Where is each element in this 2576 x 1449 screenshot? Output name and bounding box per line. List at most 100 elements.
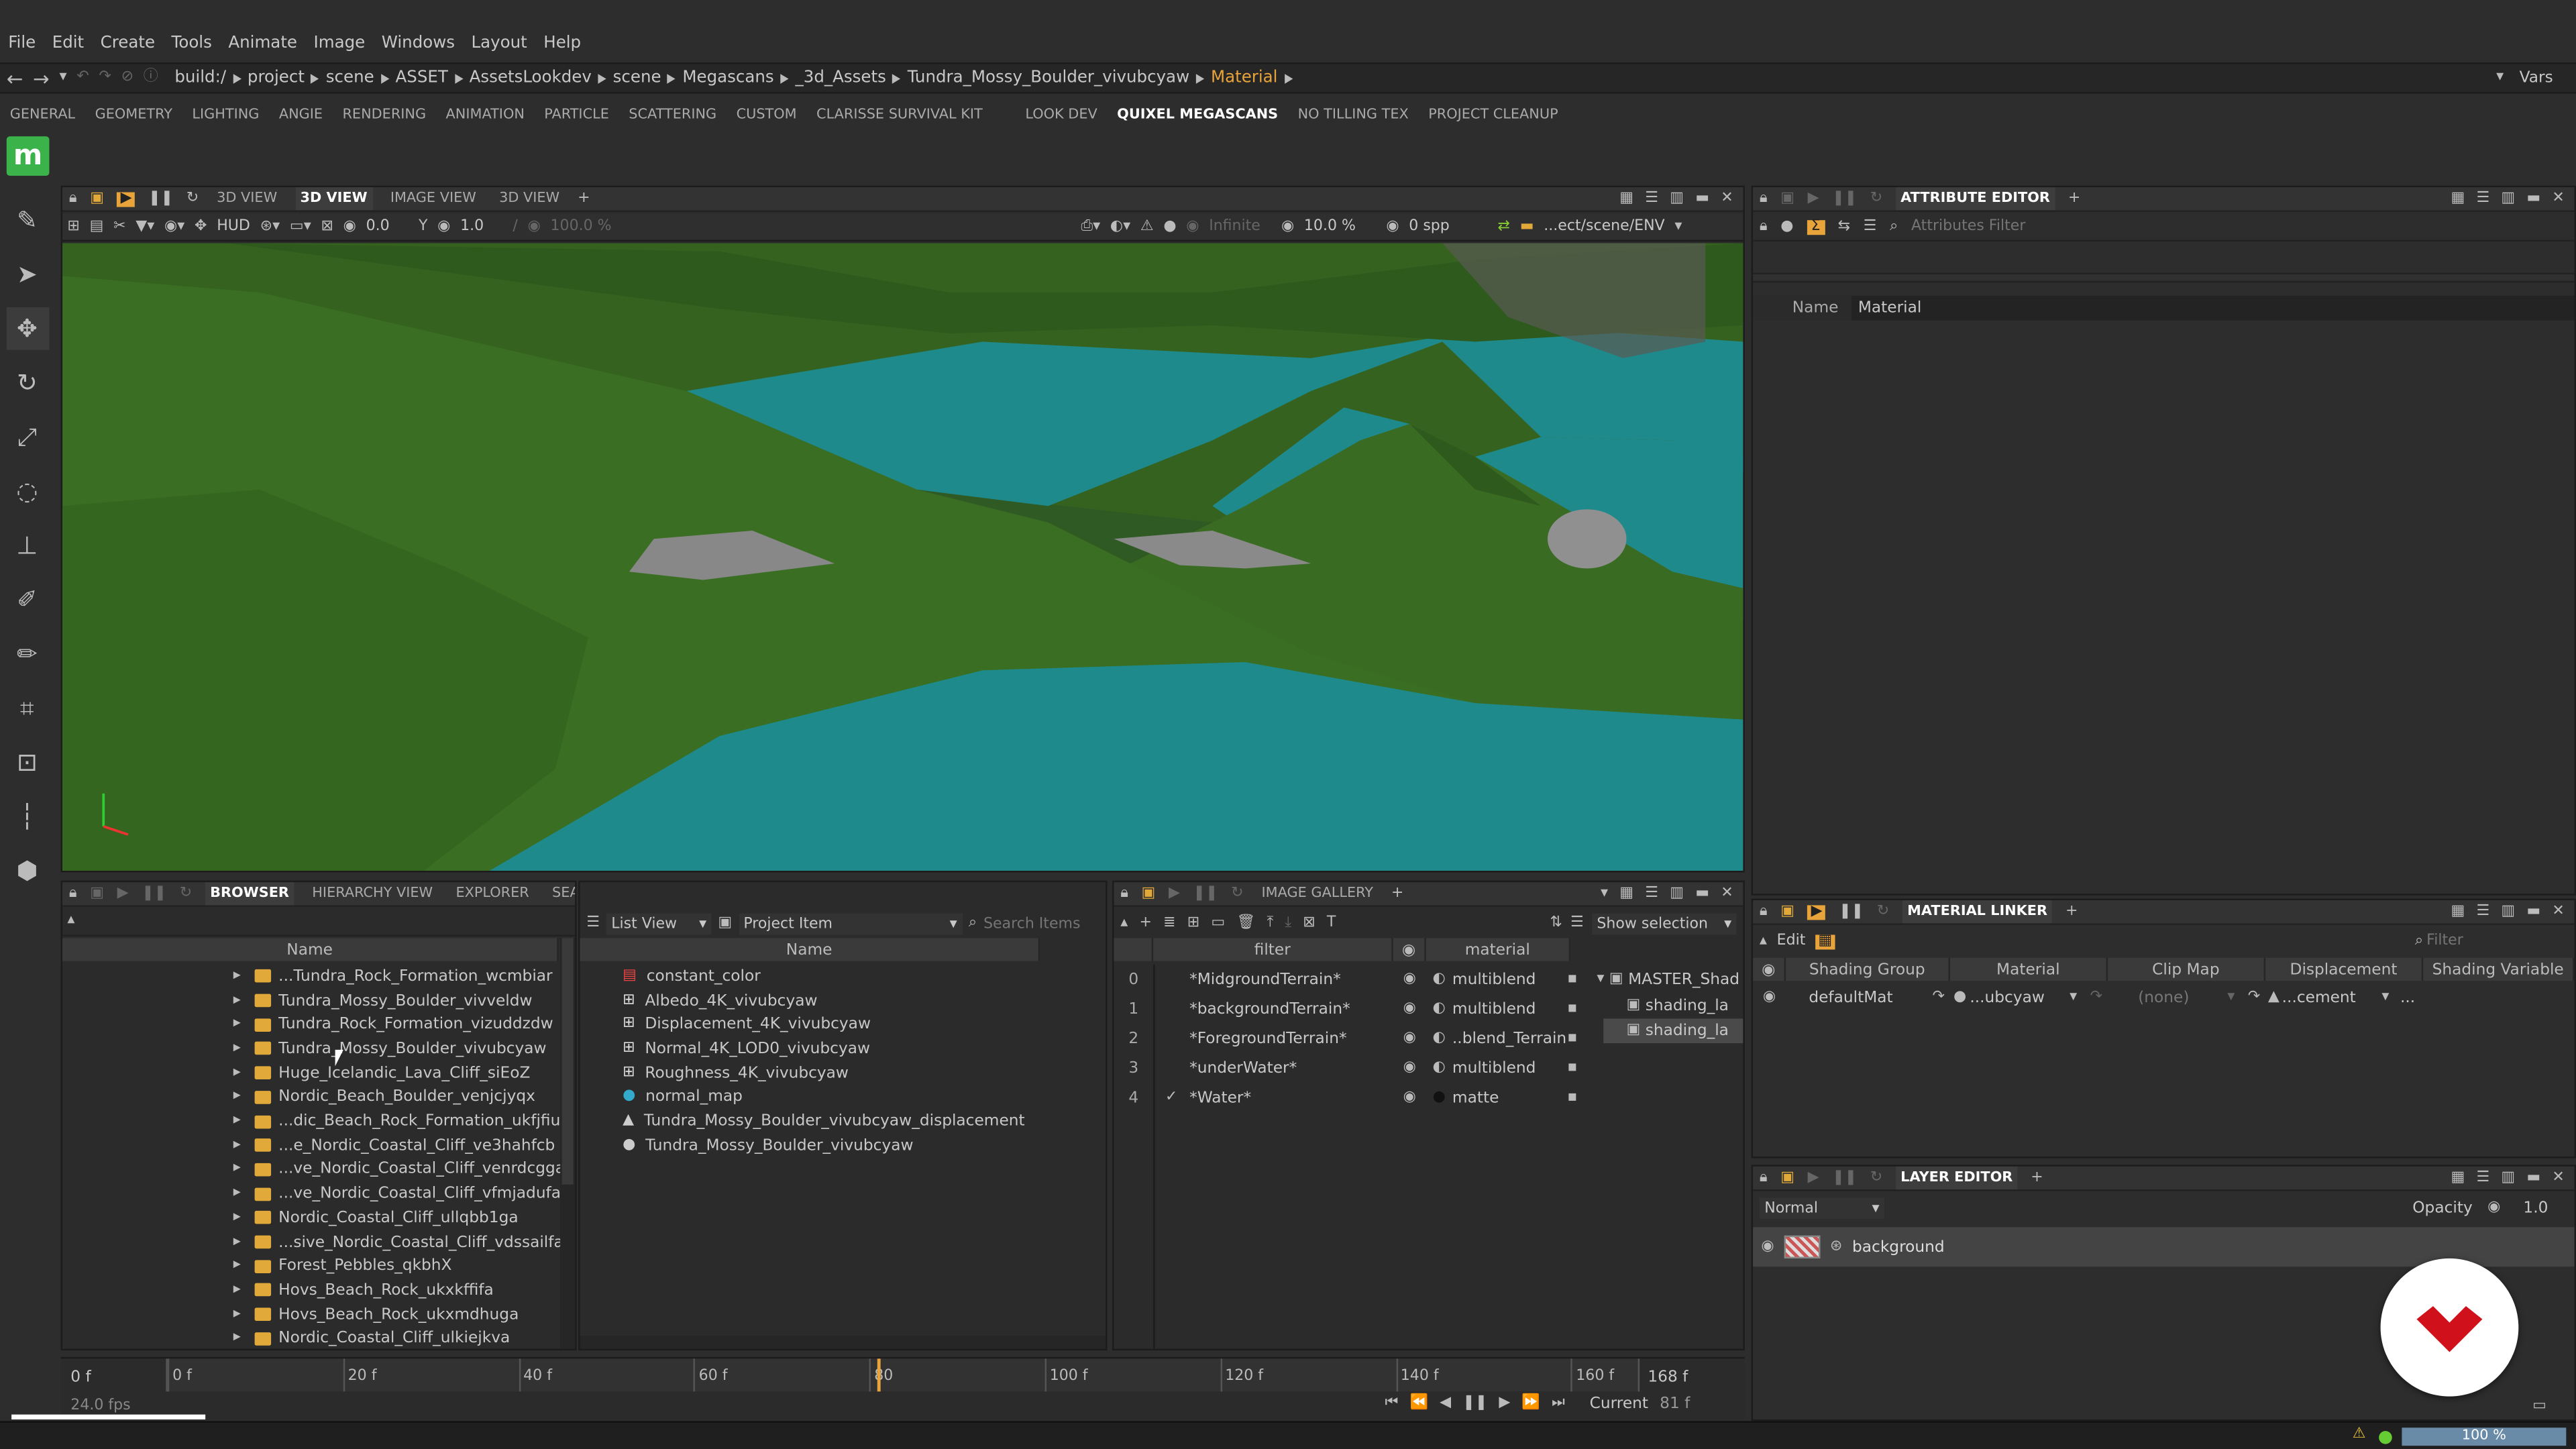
shelf-tab-no-tilling-tex[interactable]: NO TILLING TEX <box>1298 103 1409 126</box>
spp-eye-icon[interactable]: ◉ <box>1386 219 1399 234</box>
material-cell[interactable]: ...ubcyaw <box>1970 989 2061 1007</box>
table-row[interactable]: 4 ✓ *Water* ◉ ● matte ▪ <box>1114 1083 1590 1112</box>
expand-arrow-icon[interactable]: ▸ <box>233 1330 241 1346</box>
camera-icon[interactable]: ⎙▾ <box>1081 219 1100 234</box>
filter-cell[interactable]: *Water* <box>1189 1088 1393 1106</box>
render-region-icon[interactable]: ⇄ <box>1498 219 1510 234</box>
list-icon[interactable]: ☰ <box>586 916 600 932</box>
menu-layout[interactable]: Layout <box>463 34 535 52</box>
history-dropdown-icon[interactable]: ▾ <box>59 70 66 85</box>
text-icon[interactable]: T <box>1327 916 1336 932</box>
column-header-clip-map[interactable]: Clip Map <box>2108 957 2266 981</box>
shelf-tab-general[interactable]: GENERAL <box>10 103 76 126</box>
tree-item-master[interactable]: ▾ ▣ MASTER_Shad <box>1597 967 1743 991</box>
exposure-field[interactable]: 0.0 <box>366 219 409 235</box>
list-item[interactable]: ● normal_map <box>580 1085 1106 1110</box>
infinite-field[interactable]: Infinite <box>1209 219 1271 235</box>
arrow-icon[interactable]: ▴ <box>1760 933 1767 949</box>
filter-cell[interactable]: *underWater* <box>1189 1059 1393 1077</box>
list-item[interactable]: ▸ Forest_Pebbles_qkbhX <box>62 1254 559 1279</box>
spp-field[interactable]: 0 spp <box>1409 219 1488 235</box>
link-arrow-icon[interactable]: ↷ <box>2085 989 2108 1005</box>
node-link-icon[interactable]: ▪ <box>1567 1089 1577 1105</box>
list-item[interactable]: ● Tundra_Mossy_Boulder_vivubcyaw <box>580 1134 1106 1158</box>
tab-3d-view[interactable]: 3D VIEW <box>212 187 282 210</box>
eye-icon[interactable]: ◉▾ <box>164 219 184 234</box>
show-selection-dropdown[interactable]: Show selection ▾ <box>1592 913 1737 935</box>
breadcrumb-item[interactable]: Tundra_Mossy_Boulder_vivubcyaw <box>908 69 1189 87</box>
arrow-icon[interactable]: ▴ <box>1120 916 1128 932</box>
tab-browser[interactable]: BROWSER <box>205 882 294 906</box>
shelf-tab-rendering[interactable]: RENDERING <box>342 103 426 126</box>
expand-arrow-icon[interactable]: ▸ <box>233 1040 241 1057</box>
sampling-field[interactable]: 10.0 % <box>1304 219 1377 235</box>
tab-explorer[interactable]: EXPLORER <box>451 882 534 905</box>
scatter-tool-icon[interactable]: ⬢ <box>6 849 49 892</box>
tree-item-shading-layer[interactable]: ▣ shading_la <box>1627 994 1743 1018</box>
expand-arrow-icon[interactable]: ▸ <box>233 1113 241 1128</box>
prev-key-icon[interactable]: ⏪ <box>1410 1395 1428 1411</box>
menu-image[interactable]: Image <box>305 34 373 52</box>
chevron-down-icon[interactable]: ▾ <box>1601 885 1608 901</box>
list-icon[interactable]: ☰ <box>1864 219 1877 234</box>
brush-tool-icon[interactable]: ✏ <box>6 633 49 676</box>
gamma-icon[interactable]: Y <box>419 219 427 234</box>
viewport-canvas[interactable] <box>62 243 1743 871</box>
warning-icon[interactable]: ⚠ <box>2353 1427 2366 1442</box>
refresh-icon[interactable]: ↻ <box>186 191 199 206</box>
expand-arrow-icon[interactable]: ▸ <box>233 1065 241 1081</box>
play-icon[interactable]: ▶ <box>1169 885 1180 901</box>
splitter-handle[interactable] <box>1753 272 2575 283</box>
filter-icon[interactable]: ▼▾ <box>136 219 154 234</box>
tab-image-gallery[interactable]: IMAGE GALLERY <box>1256 882 1378 905</box>
layout-columns-icon[interactable]: ▥ <box>2501 1170 2515 1185</box>
eyedropper-tool-icon[interactable]: ✎ <box>6 199 49 241</box>
menu-create[interactable]: Create <box>92 34 163 52</box>
list-item[interactable]: ▸ ...ve_Nordic_Coastal_Cliff_venrdcgga <box>62 1158 565 1182</box>
render-icon[interactable]: ▣ <box>90 885 104 901</box>
shelf-tab-lighting[interactable]: LIGHTING <box>192 103 259 126</box>
search-icon[interactable]: ⌕ <box>2415 933 2423 949</box>
render-icon[interactable]: ▣ <box>1780 1170 1794 1185</box>
redo-icon[interactable]: ↷ <box>99 70 111 85</box>
gamma-eye-icon[interactable]: ◉ <box>437 219 450 234</box>
attributes-filter-input[interactable] <box>1911 218 2240 235</box>
layers-icon[interactable]: ≣ <box>1163 916 1175 932</box>
chevron-down-icon[interactable]: ▾ <box>2061 989 2084 1005</box>
pause-icon[interactable]: ❚❚ <box>1832 1170 1857 1185</box>
delete-icon[interactable]: 🗑︎ <box>1236 916 1255 932</box>
zoom-field[interactable]: 100.0 % <box>551 219 612 235</box>
close-icon[interactable]: ✕ <box>2552 1170 2564 1185</box>
column-header-name[interactable]: Name <box>62 938 559 961</box>
folder-icon[interactable]: ▬ <box>1520 219 1534 234</box>
layout-grid-icon[interactable]: ▦ <box>2451 191 2465 206</box>
exposure-eye-icon[interactable]: ◉ <box>343 219 356 234</box>
breadcrumb-item[interactable]: _3d_Assets <box>796 69 886 87</box>
breadcrumb-item[interactable]: AssetsLookdev <box>470 69 592 87</box>
refresh-icon[interactable]: ↻ <box>1870 1170 1882 1185</box>
material-cell[interactable]: multiblend <box>1452 1059 1567 1077</box>
tab-3d-view[interactable]: 3D VIEW <box>494 187 565 210</box>
layout-columns-icon[interactable]: ▥ <box>2501 191 2515 206</box>
shelf-tab-quixel-megascans[interactable]: QUIXEL MEGASCANS <box>1117 103 1278 126</box>
warning-icon[interactable]: ⚠ <box>1140 219 1154 234</box>
list-item[interactable]: ▲ Tundra_Mossy_Boulder_vivubcyaw_displace… <box>580 1110 1106 1134</box>
maximize-icon[interactable]: ▬ <box>1695 191 1709 206</box>
node-link-icon[interactable]: ▪ <box>1567 971 1577 987</box>
table-row[interactable]: 1 *backgroundTerrain* ◉ ◐ multiblend ▪ <box>1114 994 1590 1024</box>
select-tool-icon[interactable]: ➤ <box>6 253 49 296</box>
add-tab-icon[interactable]: + <box>578 191 590 206</box>
chevron-down-icon[interactable]: ▾ <box>2220 989 2243 1005</box>
list-item[interactable]: ▸ Tundra_Rock_Formation_vizuddzdw <box>62 1013 559 1037</box>
play-icon[interactable]: ▶ <box>1499 1395 1510 1411</box>
expand-arrow-icon[interactable]: ▾ <box>1597 971 1604 987</box>
name-value-field[interactable]: Material <box>1851 295 2575 321</box>
column-header-material[interactable]: material <box>1426 938 1571 961</box>
column-header-visible[interactable]: ◉ <box>1753 957 1786 981</box>
chevron-down-icon[interactable]: ▾ <box>2374 989 2397 1005</box>
tab-3d-view-active[interactable]: 3D VIEW <box>295 187 372 211</box>
list-item[interactable]: ▸ Tundra_Mossy_Boulder_vivveldw <box>62 989 559 1013</box>
material-cell[interactable]: multiblend <box>1452 970 1567 988</box>
checkmark-icon[interactable]: ✓ <box>1153 1089 1189 1105</box>
stop-icon[interactable]: ⊘ <box>121 70 133 85</box>
